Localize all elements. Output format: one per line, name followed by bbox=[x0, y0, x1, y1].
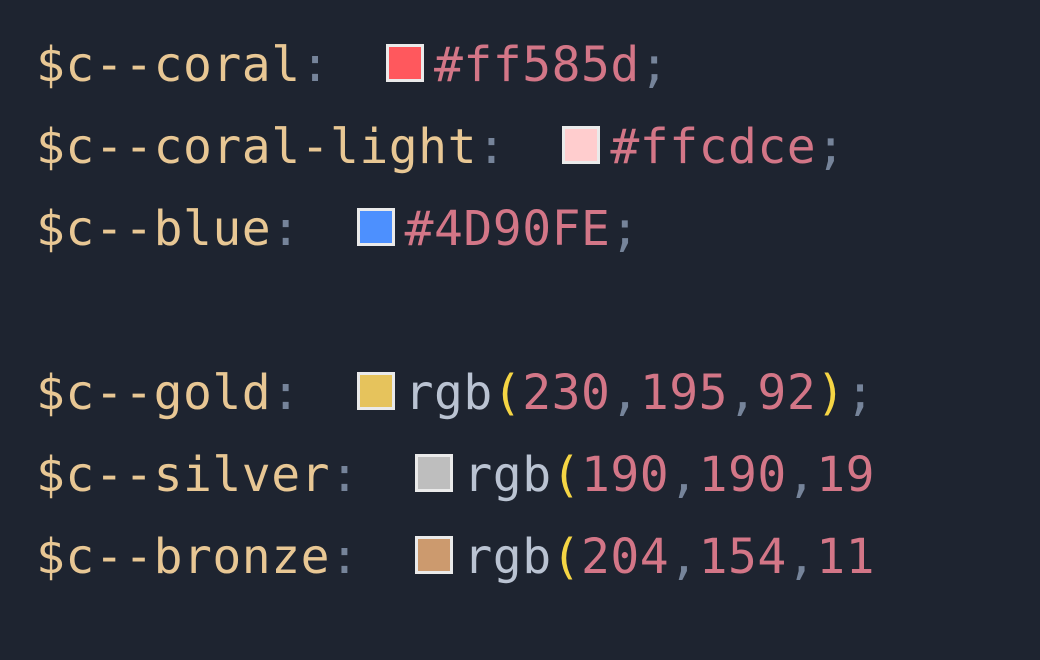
lparen: ( bbox=[552, 447, 581, 503]
rgb-arg: 154 bbox=[699, 529, 787, 585]
variable-name: $c--bronze bbox=[36, 529, 330, 585]
rgb-arg: 11 bbox=[816, 529, 875, 585]
colon-punct: : bbox=[330, 447, 359, 503]
variable-name: $c--coral bbox=[36, 37, 301, 93]
color-swatch bbox=[415, 536, 453, 574]
rgb-arg: 230 bbox=[522, 365, 610, 421]
semicolon-punct: ; bbox=[610, 201, 639, 257]
blank-line bbox=[36, 270, 1040, 352]
code-line[interactable]: $c--coral: #ff585d; bbox=[36, 24, 1040, 106]
semicolon-punct: ; bbox=[816, 119, 845, 175]
func-name: rgb bbox=[463, 529, 551, 585]
color-swatch bbox=[386, 44, 424, 82]
color-swatch bbox=[562, 126, 600, 164]
comma-punct: , bbox=[669, 529, 698, 585]
colon-punct: : bbox=[271, 365, 300, 421]
color-swatch bbox=[357, 208, 395, 246]
code-line[interactable]: $c--blue: #4D90FE; bbox=[36, 188, 1040, 270]
func-name: rgb bbox=[405, 365, 493, 421]
rgb-arg: 190 bbox=[699, 447, 787, 503]
code-editor: $c--coral: #ff585d; $c--coral-light: #ffcdc… bbox=[36, 24, 1040, 598]
code-line[interactable]: $c--coral-light: #ffcdce; bbox=[36, 106, 1040, 188]
rgb-arg: 204 bbox=[581, 529, 669, 585]
variable-name: $c--silver bbox=[36, 447, 330, 503]
lparen: ( bbox=[552, 529, 581, 585]
rgb-arg: 92 bbox=[757, 365, 816, 421]
comma-punct: , bbox=[787, 447, 816, 503]
variable-name: $c--coral-light bbox=[36, 119, 477, 175]
comma-punct: , bbox=[669, 447, 698, 503]
hex-value: #4D90FE bbox=[405, 201, 611, 257]
func-name: rgb bbox=[463, 447, 551, 503]
lparen: ( bbox=[493, 365, 522, 421]
variable-name: $c--blue bbox=[36, 201, 271, 257]
rgb-arg: 19 bbox=[816, 447, 875, 503]
colon-punct: : bbox=[301, 37, 330, 93]
variable-name: $c--gold bbox=[36, 365, 271, 421]
code-line[interactable]: $c--silver:rgb(190,190,19 bbox=[36, 434, 1040, 516]
comma-punct: , bbox=[787, 529, 816, 585]
semicolon-punct: ; bbox=[640, 37, 669, 93]
color-swatch bbox=[415, 454, 453, 492]
colon-punct: : bbox=[330, 529, 359, 585]
hex-value: #ff585d bbox=[434, 37, 640, 93]
code-line[interactable]: $c--bronze:rgb(204,154,11 bbox=[36, 516, 1040, 598]
code-line[interactable]: $c--gold:rgb(230,195,92); bbox=[36, 352, 1040, 434]
rgb-arg: 195 bbox=[640, 365, 728, 421]
comma-punct: , bbox=[610, 365, 639, 421]
comma-punct: , bbox=[728, 365, 757, 421]
rparen: ) bbox=[816, 365, 845, 421]
hex-value: #ffcdce bbox=[610, 119, 816, 175]
colon-punct: : bbox=[271, 201, 300, 257]
rgb-arg: 190 bbox=[581, 447, 669, 503]
semicolon-punct: ; bbox=[846, 365, 875, 421]
colon-punct: : bbox=[477, 119, 506, 175]
color-swatch bbox=[357, 372, 395, 410]
